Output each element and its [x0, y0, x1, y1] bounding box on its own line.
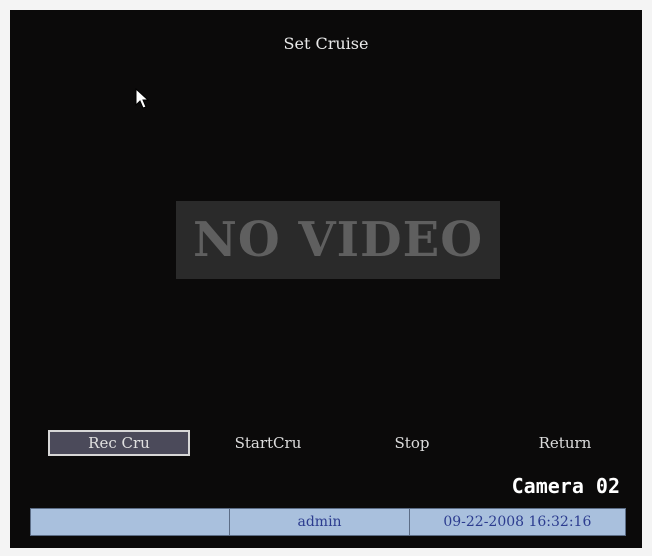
- camera-label: Camera 02: [511, 474, 620, 498]
- page-title: Set Cruise: [283, 34, 369, 53]
- return-button[interactable]: Return: [520, 430, 610, 456]
- start-cru-button[interactable]: StartCru: [218, 430, 318, 456]
- no-video-label: NO VIDEO: [192, 212, 484, 268]
- rec-cru-button[interactable]: Rec Cru: [48, 430, 190, 456]
- status-datetime: 09-22-2008 16:32:16: [443, 514, 592, 530]
- stop-button[interactable]: Stop: [382, 430, 442, 456]
- status-user: admin: [230, 509, 410, 535]
- mouse-pointer-icon: [135, 88, 149, 109]
- status-cell-empty: [31, 509, 231, 535]
- status-bar: admin 09-22-2008 16:32:16: [30, 508, 626, 536]
- video-placeholder-box: NO VIDEO: [176, 201, 500, 279]
- dvr-screen: Set Cruise NO VIDEO Rec Cru StartCru Sto…: [10, 10, 642, 548]
